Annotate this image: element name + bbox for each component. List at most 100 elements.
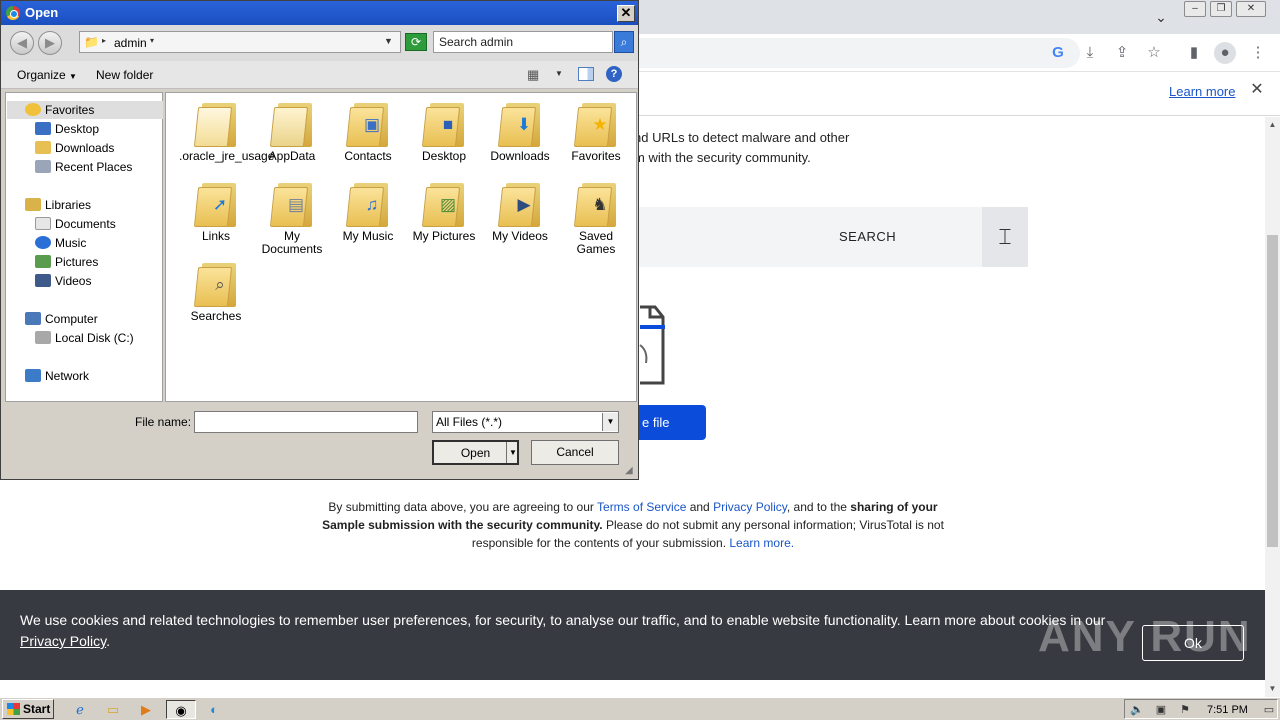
nav-item-videos[interactable]: Videos xyxy=(35,272,91,290)
nav-item-network[interactable]: Network xyxy=(25,367,89,385)
file-item-my-documents[interactable]: ▤ My Documents xyxy=(255,181,329,256)
scroll-thumb[interactable] xyxy=(1267,235,1278,547)
profile-avatar-icon[interactable]: ● xyxy=(1214,42,1236,64)
install-app-icon[interactable]: ⤓ xyxy=(1079,42,1101,64)
file-item-appdata[interactable]: AppData xyxy=(255,101,329,163)
organize-menu[interactable]: Organize ▼ xyxy=(17,68,77,82)
file-item-my-music[interactable]: ♫ My Music xyxy=(331,181,405,243)
nav-item-recent-places[interactable]: Recent Places xyxy=(35,158,132,176)
menu-kebab-icon[interactable]: ⋮ xyxy=(1247,42,1269,64)
dialog-title-bar[interactable]: Open ✕ xyxy=(1,1,638,25)
show-desktop-icon[interactable]: ▭ xyxy=(1261,702,1277,718)
media-player-icon[interactable]: ▶ xyxy=(134,700,158,719)
scan-barcode-icon[interactable]: ⌶ xyxy=(982,207,1028,267)
windows-logo-icon xyxy=(7,703,20,715)
edge-icon[interactable]: ◐ xyxy=(202,700,226,719)
file-item-downloads[interactable]: ⬇ Downloads xyxy=(483,101,557,163)
address-bar[interactable] xyxy=(600,38,1080,68)
pictures-icon xyxy=(35,255,51,268)
nav-item-desktop[interactable]: Desktop xyxy=(35,120,99,138)
tab-search-chevron-icon[interactable]: ⌄ xyxy=(1150,6,1172,28)
learn-more-link[interactable]: Learn more. xyxy=(729,536,794,550)
back-arrow-icon[interactable]: ◀ xyxy=(10,31,34,55)
file-type-select[interactable]: All Files (*.*) ▼ xyxy=(432,411,619,433)
navigation-pane: Favorites Desktop Downloads Recent Place… xyxy=(5,92,163,402)
breadcrumb-admin[interactable]: admin xyxy=(114,36,147,50)
scroll-up-icon[interactable]: ▲ xyxy=(1265,117,1280,132)
learn-more-link[interactable]: Learn more xyxy=(1169,84,1235,99)
file-item-links[interactable]: ➚ Links xyxy=(179,181,253,243)
recent-places-icon xyxy=(35,160,51,173)
minimize-button[interactable]: – xyxy=(1184,1,1206,17)
refresh-icon[interactable]: ⟳ xyxy=(405,33,427,51)
dialog-title: Open xyxy=(25,5,59,20)
network-tray-icon[interactable]: ▣ xyxy=(1153,702,1169,718)
nav-item-libraries[interactable]: Libraries xyxy=(25,196,91,214)
nav-item-downloads[interactable]: Downloads xyxy=(35,139,114,157)
view-options-icon[interactable]: ▦ xyxy=(527,67,539,83)
chevron-down-icon[interactable]: ▼ xyxy=(602,413,618,431)
preview-pane-icon[interactable] xyxy=(578,67,594,81)
file-item-saved-games[interactable]: ♞ Saved Games xyxy=(559,181,633,256)
address-dropdown-icon[interactable]: ▼ xyxy=(384,36,393,46)
music-folder-icon: ♫ xyxy=(345,181,388,227)
libraries-icon xyxy=(25,198,41,211)
file-item-my-videos[interactable]: ▶ My Videos xyxy=(483,181,557,243)
nav-item-favorites[interactable]: Favorites xyxy=(7,101,163,119)
nav-item-local-disk[interactable]: Local Disk (C:) xyxy=(35,329,134,347)
file-item-favorites[interactable]: ★ Favorites xyxy=(559,101,633,163)
search-tab-label[interactable]: SEARCH xyxy=(839,229,896,244)
cancel-button[interactable]: Cancel xyxy=(531,440,619,465)
folder-icon xyxy=(193,101,236,147)
nav-item-music[interactable]: Music xyxy=(35,234,86,252)
file-item-my-pictures[interactable]: ▨ My Pictures xyxy=(407,181,481,243)
file-item-desktop[interactable]: ■ Desktop xyxy=(407,101,481,163)
search-tab-area[interactable] xyxy=(600,207,1028,267)
file-item-contacts[interactable]: ▣ Contacts xyxy=(331,101,405,163)
google-icon[interactable]: G xyxy=(1047,42,1069,64)
forward-arrow-icon[interactable]: ▶ xyxy=(38,31,62,55)
file-name-input[interactable]: ▼ xyxy=(194,411,611,433)
clock[interactable]: 7:51 PM xyxy=(1207,702,1248,718)
desktop-folder-icon: ■ xyxy=(421,101,464,147)
terms-of-service-link[interactable]: Terms of Service xyxy=(597,500,686,514)
open-button[interactable]: Open ▼ xyxy=(432,440,519,465)
privacy-policy-link[interactable]: Privacy Policy xyxy=(713,500,787,514)
chevron-down-icon[interactable]: ▼ xyxy=(509,442,517,463)
scroll-down-icon[interactable]: ▼ xyxy=(1265,681,1280,696)
share-icon[interactable]: ⇪ xyxy=(1111,42,1133,64)
searches-folder-icon: ⌕ xyxy=(193,261,236,307)
nav-item-documents[interactable]: Documents xyxy=(35,215,116,233)
chevron-right-icon[interactable]: ▸ xyxy=(102,36,106,45)
nav-item-computer[interactable]: Computer xyxy=(25,310,98,328)
chevron-down-icon[interactable]: ▼ xyxy=(555,69,563,78)
internet-explorer-icon[interactable]: ℯ xyxy=(68,700,92,719)
bookmark-star-icon[interactable]: ☆ xyxy=(1143,42,1165,64)
chrome-taskbar-icon[interactable]: ◉ xyxy=(166,700,196,719)
privacy-policy-link[interactable]: Privacy Policy xyxy=(20,633,106,649)
file-list-pane: .oracle_jre_usage AppData ▣ Contacts ■ D… xyxy=(165,92,637,402)
new-folder-button[interactable]: New folder xyxy=(96,68,153,82)
breadcrumb[interactable]: 📁 ▸ admin ▾ ▼ xyxy=(79,31,401,53)
side-panel-icon[interactable]: ▮ xyxy=(1183,42,1205,64)
page-scrollbar[interactable]: ▲ ▼ xyxy=(1265,117,1280,697)
start-button[interactable]: Start xyxy=(2,699,54,719)
search-icon[interactable]: ⌕ xyxy=(614,31,634,53)
action-center-flag-icon[interactable]: ⚑ xyxy=(1177,702,1193,718)
volume-icon[interactable]: 🔈 xyxy=(1129,702,1145,718)
help-icon[interactable]: ? xyxy=(606,66,622,82)
close-icon[interactable]: ✕ xyxy=(1247,80,1267,100)
cookie-ok-button[interactable]: Ok xyxy=(1142,625,1244,661)
close-window-button[interactable]: ✕ xyxy=(1236,1,1266,17)
file-item-oracle-jre-usage[interactable]: .oracle_jre_usage xyxy=(179,101,274,163)
dialog-close-button[interactable]: ✕ xyxy=(617,5,635,22)
videos-icon xyxy=(35,274,51,287)
file-explorer-icon[interactable]: ▭ xyxy=(101,700,125,719)
nav-item-pictures[interactable]: Pictures xyxy=(35,253,98,271)
restore-button[interactable]: ❐ xyxy=(1210,1,1232,17)
computer-icon xyxy=(25,312,41,325)
search-input[interactable]: Search admin xyxy=(433,31,613,53)
resize-grip-icon[interactable]: ◢ xyxy=(625,465,633,476)
file-item-searches[interactable]: ⌕ Searches xyxy=(179,261,253,323)
chevron-down-icon[interactable]: ▾ xyxy=(150,36,154,45)
